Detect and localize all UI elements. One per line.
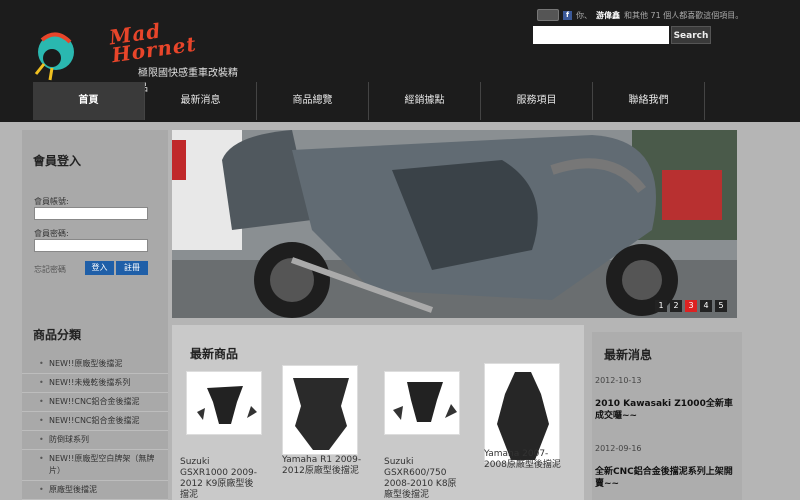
search-input[interactable]: [533, 26, 669, 44]
like-count-text: 和其他 71 個人都喜歡這個項目。: [624, 10, 744, 20]
category-item[interactable]: NEW!!CNC鋁合金後擋泥: [22, 393, 168, 412]
password-label: 會員密碼:: [34, 229, 69, 238]
category-item[interactable]: NEW!!未幾乾後擋系列: [22, 374, 168, 393]
news-date: 2012-09-16: [595, 444, 642, 453]
category-item[interactable]: 防倒球系列: [22, 431, 168, 450]
news-link[interactable]: 2010 Kawasaki Z1000全新車成交囉~~: [595, 398, 735, 422]
site-logo[interactable]: Mad Hornet 極限國快感重車改裝精品: [26, 10, 246, 94]
products-title: 最新商品: [190, 347, 239, 361]
product-image[interactable]: [186, 371, 262, 435]
product-card[interactable]: Yamaha R1 2009-2012原廠型後擋泥: [282, 365, 362, 477]
banner-page-3[interactable]: 3: [685, 300, 697, 312]
banner-page-1[interactable]: 1: [655, 300, 667, 312]
nav-services[interactable]: 服務項目: [481, 82, 593, 120]
sidebar: 會員登入 會員帳號: 會員密碼: 忘記密碼 登入 註冊 商品分類 NEW!!原廠…: [22, 130, 168, 500]
facebook-like-widget: f 你、 游偉鑫 和其他 71 個人都喜歡這個項目。: [537, 9, 743, 21]
like-user[interactable]: 游偉鑫: [596, 10, 620, 21]
category-list: NEW!!原廠型後擋泥 NEW!!未幾乾後擋系列 NEW!!CNC鋁合金後擋泥 …: [22, 355, 168, 500]
facebook-icon: f: [563, 10, 572, 20]
category-item[interactable]: NEW!!CNC鋁合金後擋泥: [22, 412, 168, 431]
brand-name: Mad Hornet: [107, 18, 199, 68]
banner-page-4[interactable]: 4: [700, 300, 712, 312]
product-card[interactable]: Suzuki GSXR600/750 2008-2010 K8原廠型後擋泥: [384, 371, 464, 500]
motorcycle-photo: [172, 130, 737, 318]
product-name[interactable]: Yamaha R1 2009-2012原廠型後擋泥: [282, 455, 362, 477]
nav-home[interactable]: 首頁: [33, 82, 145, 120]
like-button[interactable]: [537, 9, 559, 21]
categories-title: 商品分類: [33, 328, 82, 342]
search-button[interactable]: Search: [671, 26, 711, 44]
product-image[interactable]: [484, 363, 560, 463]
category-item[interactable]: 原廠型後擋泥: [22, 481, 168, 500]
register-button[interactable]: 註冊: [116, 261, 148, 275]
product-name[interactable]: Suzuki GSXR600/750 2008-2010 K8原廠型後擋泥: [384, 457, 464, 500]
account-label: 會員帳號:: [34, 197, 69, 206]
account-field[interactable]: [34, 207, 148, 220]
login-title: 會員登入: [33, 154, 82, 168]
news-title: 最新消息: [604, 348, 653, 362]
banner-page-5[interactable]: 5: [715, 300, 727, 312]
product-image[interactable]: [282, 365, 358, 455]
nav-dealers[interactable]: 經銷據點: [369, 82, 481, 120]
login-button[interactable]: 登入: [85, 261, 114, 275]
hero-banner[interactable]: 1 2 3 4 5: [172, 130, 737, 318]
nav-news[interactable]: 最新消息: [145, 82, 257, 120]
news-date: 2012-10-13: [595, 376, 642, 385]
site-header: Mad Hornet 極限國快感重車改裝精品 f 你、游偉鑫和其他 71 個人都…: [0, 0, 800, 122]
news-link[interactable]: 全新CNC鋁合金後擋泥系列上架開賣~~: [595, 466, 735, 490]
product-card[interactable]: Yamaha 2007-2008原廠型後擋泥: [484, 363, 564, 471]
product-image[interactable]: [384, 371, 460, 435]
category-item[interactable]: NEW!!原廠型空白牌架（無牌片）: [22, 450, 168, 481]
banner-page-2[interactable]: 2: [670, 300, 682, 312]
product-name[interactable]: Suzuki GSXR1000 2009-2012 K9原廠型後擋泥: [180, 457, 260, 500]
forgot-password-link[interactable]: 忘記密碼: [34, 264, 66, 275]
banner-pager: 1 2 3 4 5: [655, 300, 727, 312]
like-prefix: 你、: [576, 10, 592, 20]
category-item[interactable]: NEW!!原廠型後擋泥: [22, 355, 168, 374]
latest-news: 最新消息 2012-10-13 2010 Kawasaki Z1000全新車成交…: [592, 332, 742, 500]
nav-contact[interactable]: 聯絡我們: [593, 82, 705, 120]
main-nav: 首頁 最新消息 商品總覽 經銷據點 服務項目 聯絡我們: [33, 82, 743, 120]
latest-products: 最新商品 Suzuki GSXR1000 2009-2012 K9原廠型後擋泥 …: [172, 325, 584, 500]
product-card[interactable]: Suzuki GSXR1000 2009-2012 K9原廠型後擋泥: [180, 371, 262, 500]
nav-products[interactable]: 商品總覽: [257, 82, 369, 120]
password-field[interactable]: [34, 239, 148, 252]
